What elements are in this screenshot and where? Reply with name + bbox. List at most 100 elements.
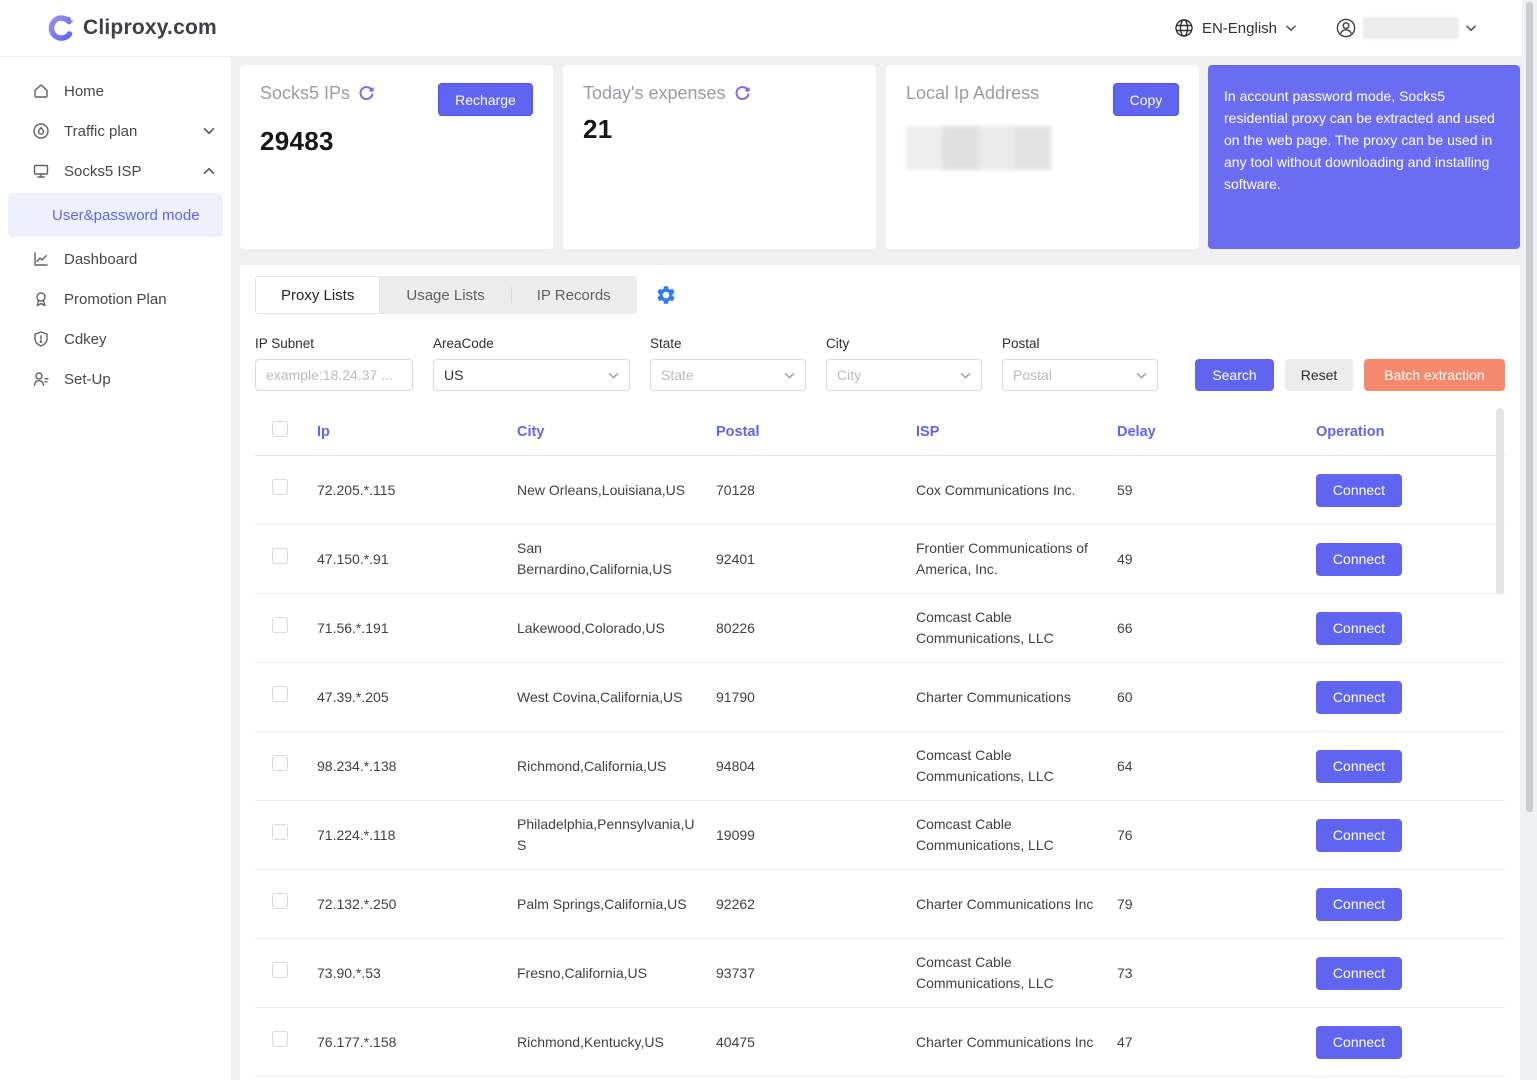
page-scrollbar-thumb[interactable] — [1526, 2, 1533, 812]
table-row: 47.150.*.91 San Bernardino,California,US… — [255, 525, 1505, 594]
cell-delay: 64 — [1117, 756, 1316, 777]
row-checkbox[interactable] — [272, 479, 288, 495]
cell-postal: 80226 — [716, 618, 916, 639]
chevron-down-icon — [1465, 24, 1477, 32]
column-header-delay: Delay — [1117, 422, 1316, 443]
user-avatar-icon — [1335, 17, 1357, 39]
cell-ip: 76.177.*.158 — [317, 1032, 517, 1053]
cell-ip: 72.205.*.115 — [317, 480, 517, 501]
sidebar-item-promotion-plan[interactable]: Promotion Plan — [0, 279, 231, 319]
chevron-down-icon — [203, 127, 215, 135]
connect-button[interactable]: Connect — [1316, 1026, 1402, 1059]
globe-icon — [1174, 18, 1194, 38]
select-all-checkbox[interactable] — [272, 421, 288, 437]
socks5-isp-icon — [32, 162, 50, 180]
sidebar-item-label: Set-Up — [64, 371, 111, 388]
cell-isp: Charter Communications Inc — [916, 1032, 1117, 1053]
batch-extraction-button[interactable]: Batch extraction — [1364, 359, 1505, 391]
cell-ip: 71.224.*.118 — [317, 825, 517, 846]
cell-city: Philadelphia,Pennsylvania,US — [517, 814, 716, 856]
cell-delay: 59 — [1117, 480, 1316, 501]
sidebar-item-set-up[interactable]: Set-Up — [0, 359, 231, 399]
row-checkbox[interactable] — [272, 824, 288, 840]
ip-subnet-input[interactable] — [255, 359, 413, 391]
row-checkbox[interactable] — [272, 617, 288, 633]
cell-postal: 19099 — [716, 825, 916, 846]
column-header-isp: ISP — [916, 422, 1117, 443]
cell-ip: 98.234.*.138 — [317, 756, 517, 777]
cell-city: Richmond,Kentucky,US — [517, 1032, 716, 1053]
state-select[interactable]: State — [650, 359, 806, 391]
row-checkbox[interactable] — [272, 548, 288, 564]
promotion-plan-icon — [32, 290, 50, 308]
sidebar-item-user-password-mode[interactable]: User&password mode — [8, 193, 223, 237]
areacode-select[interactable]: US — [433, 359, 630, 391]
row-checkbox[interactable] — [272, 755, 288, 771]
column-header-postal: Postal — [716, 422, 916, 443]
sidebar-item-socks5-isp[interactable]: Socks5 ISP — [0, 151, 231, 191]
table-row: 98.234.*.138 Richmond,California,US 9480… — [255, 732, 1505, 801]
connect-button[interactable]: Connect — [1316, 612, 1402, 645]
cell-city: Lakewood,Colorado,US — [517, 618, 716, 639]
tab-proxy-lists[interactable]: Proxy Lists — [255, 276, 380, 314]
local-ip-title: Local Ip Address — [906, 83, 1039, 104]
postal-select[interactable]: Postal — [1002, 359, 1158, 391]
proxy-table: Ip City Postal ISP Delay Operation 72.20… — [255, 409, 1505, 1077]
sidebar-item-label: Traffic plan — [64, 123, 137, 140]
copy-button[interactable]: Copy — [1113, 83, 1179, 116]
cell-city: New Orleans,Louisiana,US — [517, 480, 716, 501]
postal-label: Postal — [1002, 336, 1158, 351]
connect-button[interactable]: Connect — [1316, 474, 1402, 507]
refresh-icon[interactable] — [734, 85, 751, 102]
sidebar-item-cdkey[interactable]: Cdkey — [0, 319, 231, 359]
table-row: 72.132.*.250 Palm Springs,California,US … — [255, 870, 1505, 939]
sidebar-item-label: Socks5 ISP — [64, 163, 142, 180]
traffic-plan-icon — [32, 122, 50, 140]
home-icon — [32, 82, 50, 100]
dashboard-icon — [32, 250, 50, 268]
language-switcher[interactable]: EN-English — [1174, 18, 1297, 38]
row-checkbox[interactable] — [272, 893, 288, 909]
connect-button[interactable]: Connect — [1316, 819, 1402, 852]
connect-button[interactable]: Connect — [1316, 681, 1402, 714]
expenses-title: Today's expenses — [583, 83, 726, 104]
brand-logo[interactable]: Cliproxy.com — [45, 13, 217, 43]
cell-isp: Comcast Cable Communications, LLC — [916, 952, 1117, 994]
language-label: EN-English — [1202, 20, 1277, 37]
table-row: 73.90.*.53 Fresno,California,US 93737 Co… — [255, 939, 1505, 1008]
cell-isp: Charter Communications — [916, 687, 1117, 708]
settings-gear-icon[interactable] — [655, 284, 677, 306]
sidebar-item-dashboard[interactable]: Dashboard — [0, 239, 231, 279]
refresh-icon[interactable] — [358, 85, 375, 102]
connect-button[interactable]: Connect — [1316, 957, 1402, 990]
row-checkbox[interactable] — [272, 1031, 288, 1047]
cell-delay: 60 — [1117, 687, 1316, 708]
sidebar-item-traffic-plan[interactable]: Traffic plan — [0, 111, 231, 151]
chevron-down-icon — [784, 372, 795, 379]
account-menu[interactable] — [1335, 17, 1477, 39]
city-select[interactable]: City — [826, 359, 982, 391]
connect-button[interactable]: Connect — [1316, 888, 1402, 921]
recharge-button[interactable]: Recharge — [438, 83, 533, 116]
cell-isp: Cox Communications Inc. — [916, 480, 1117, 501]
sidebar-item-home[interactable]: Home — [0, 71, 231, 111]
search-button[interactable]: Search — [1195, 359, 1274, 391]
row-checkbox[interactable] — [272, 686, 288, 702]
connect-button[interactable]: Connect — [1316, 543, 1402, 576]
cliproxy-logo-icon — [45, 13, 75, 43]
cell-isp: Comcast Cable Communications, LLC — [916, 814, 1117, 856]
sidebar-item-label: Dashboard — [64, 251, 137, 268]
table-scrollbar-thumb[interactable] — [1496, 408, 1504, 594]
tab-ip-records[interactable]: IP Records — [511, 276, 637, 314]
username-redacted — [1363, 17, 1459, 39]
page-scrollbar[interactable] — [1522, 0, 1537, 1080]
reset-button[interactable]: Reset — [1285, 359, 1353, 391]
sidebar-item-label: Home — [64, 83, 104, 100]
row-checkbox[interactable] — [272, 962, 288, 978]
cell-postal: 93737 — [716, 963, 916, 984]
cell-isp: Comcast Cable Communications, LLC — [916, 745, 1117, 787]
cell-postal: 92262 — [716, 894, 916, 915]
areacode-value: US — [444, 367, 463, 383]
connect-button[interactable]: Connect — [1316, 750, 1402, 783]
tab-usage-lists[interactable]: Usage Lists — [380, 276, 510, 314]
